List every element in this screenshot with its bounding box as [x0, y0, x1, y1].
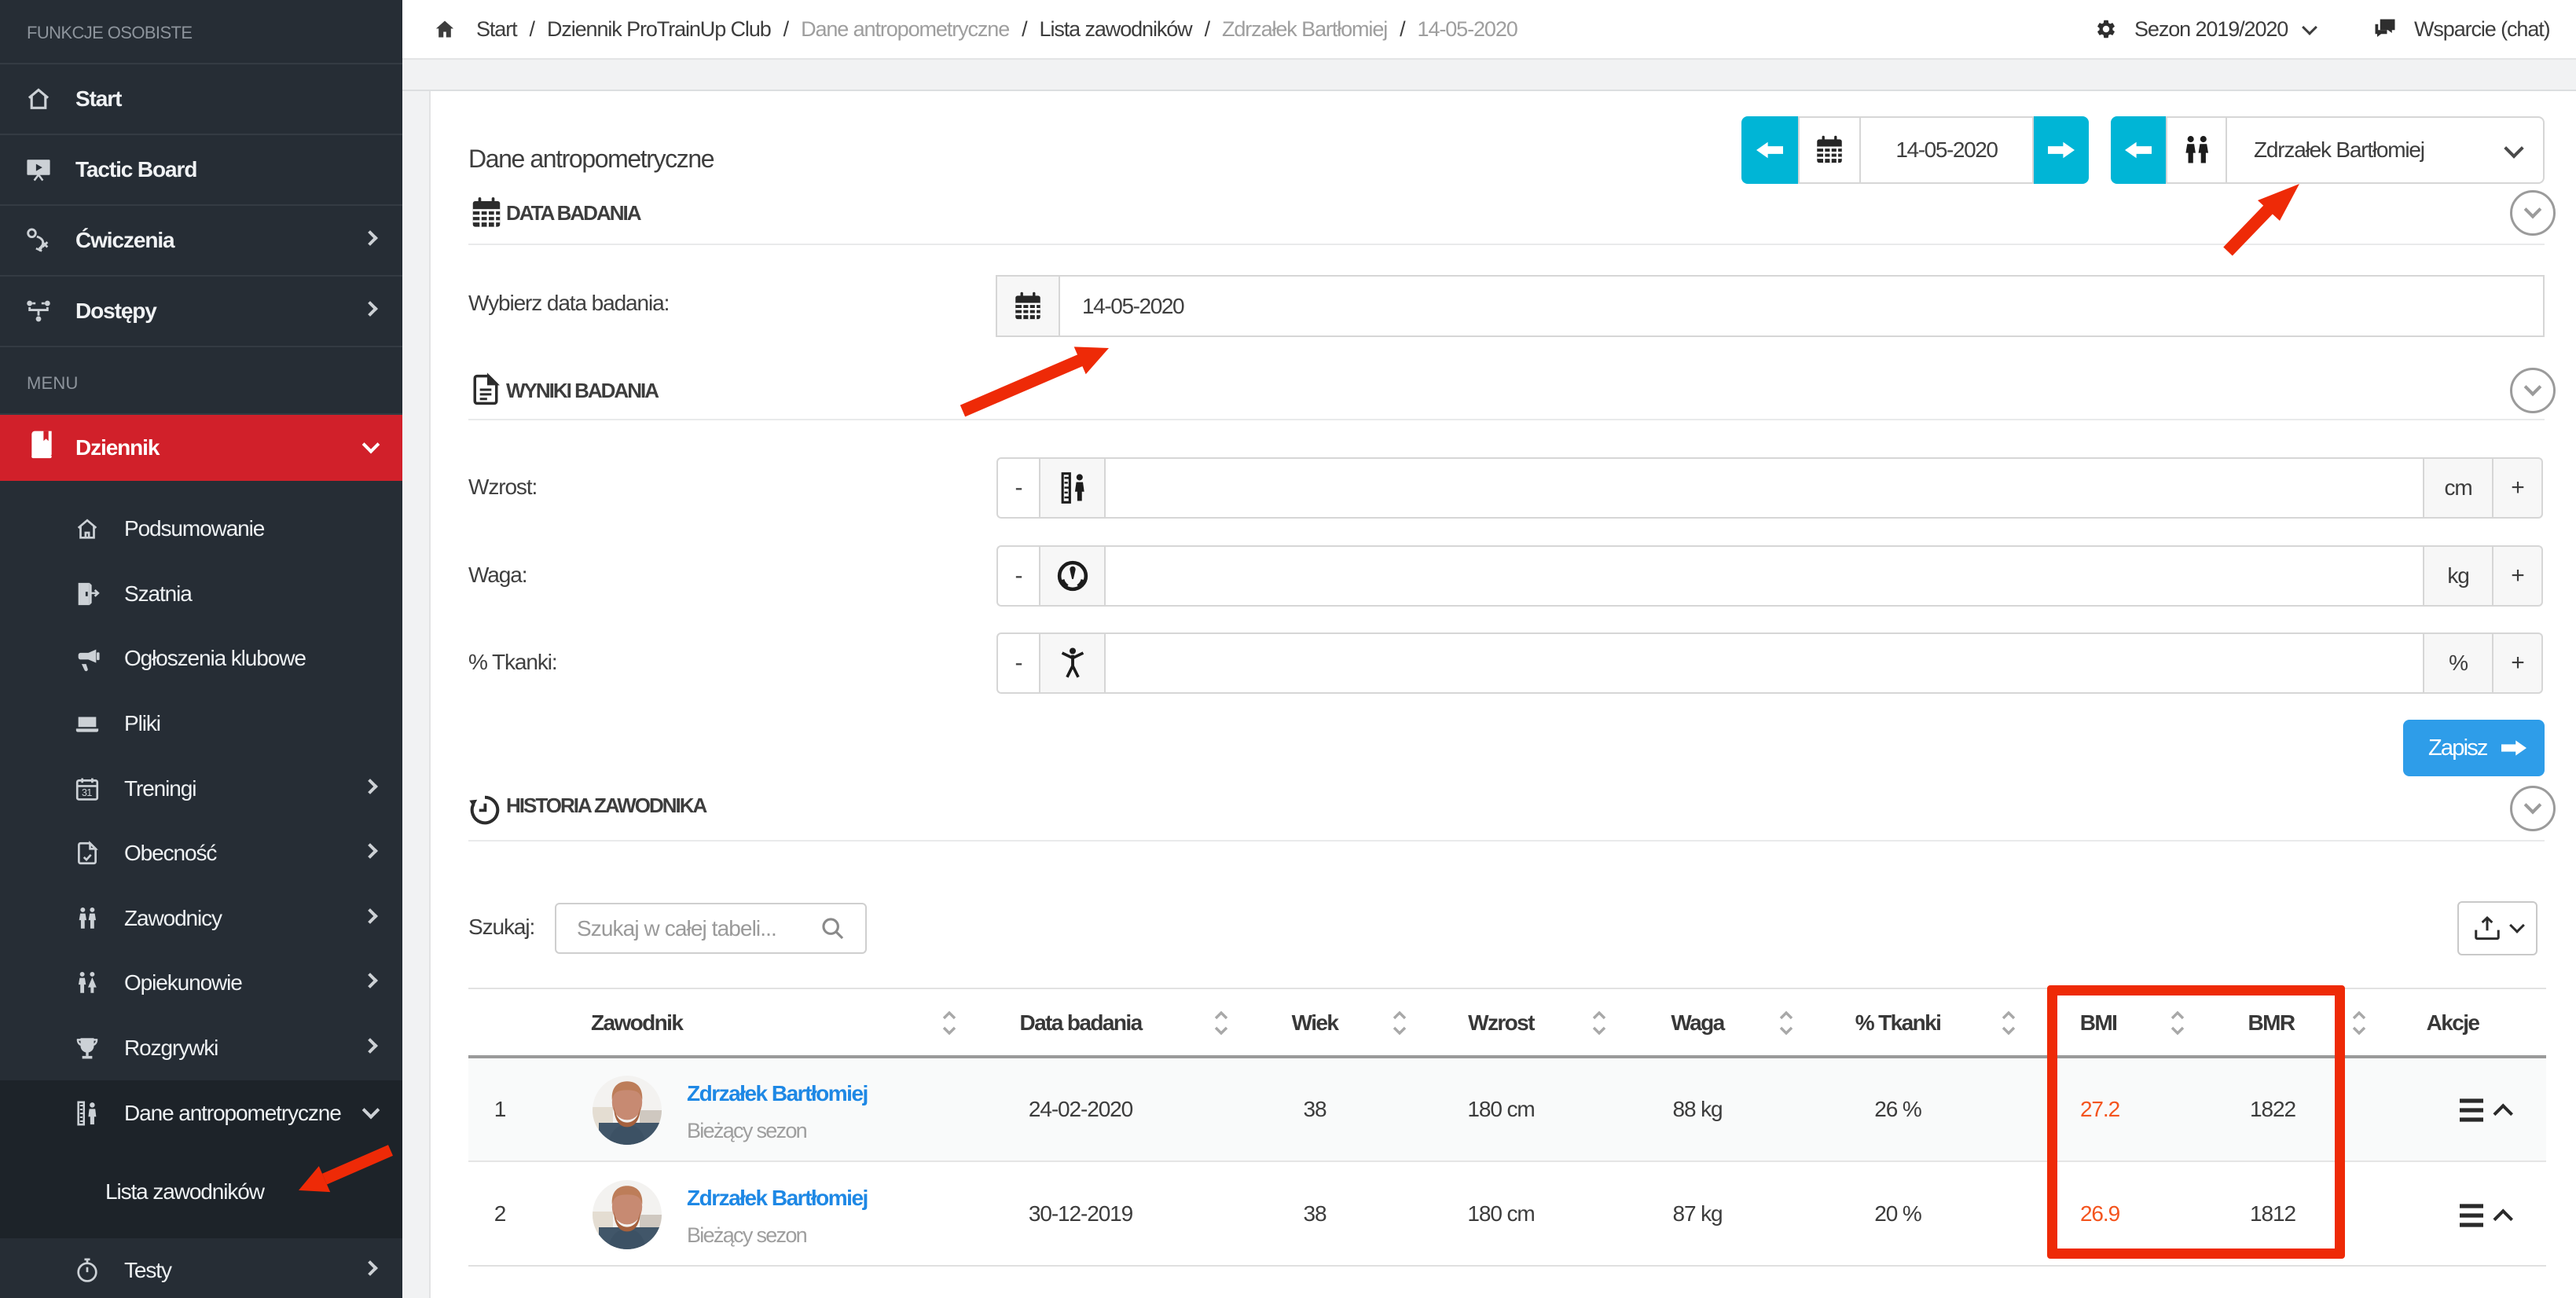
- svg-text:31: 31: [82, 786, 92, 798]
